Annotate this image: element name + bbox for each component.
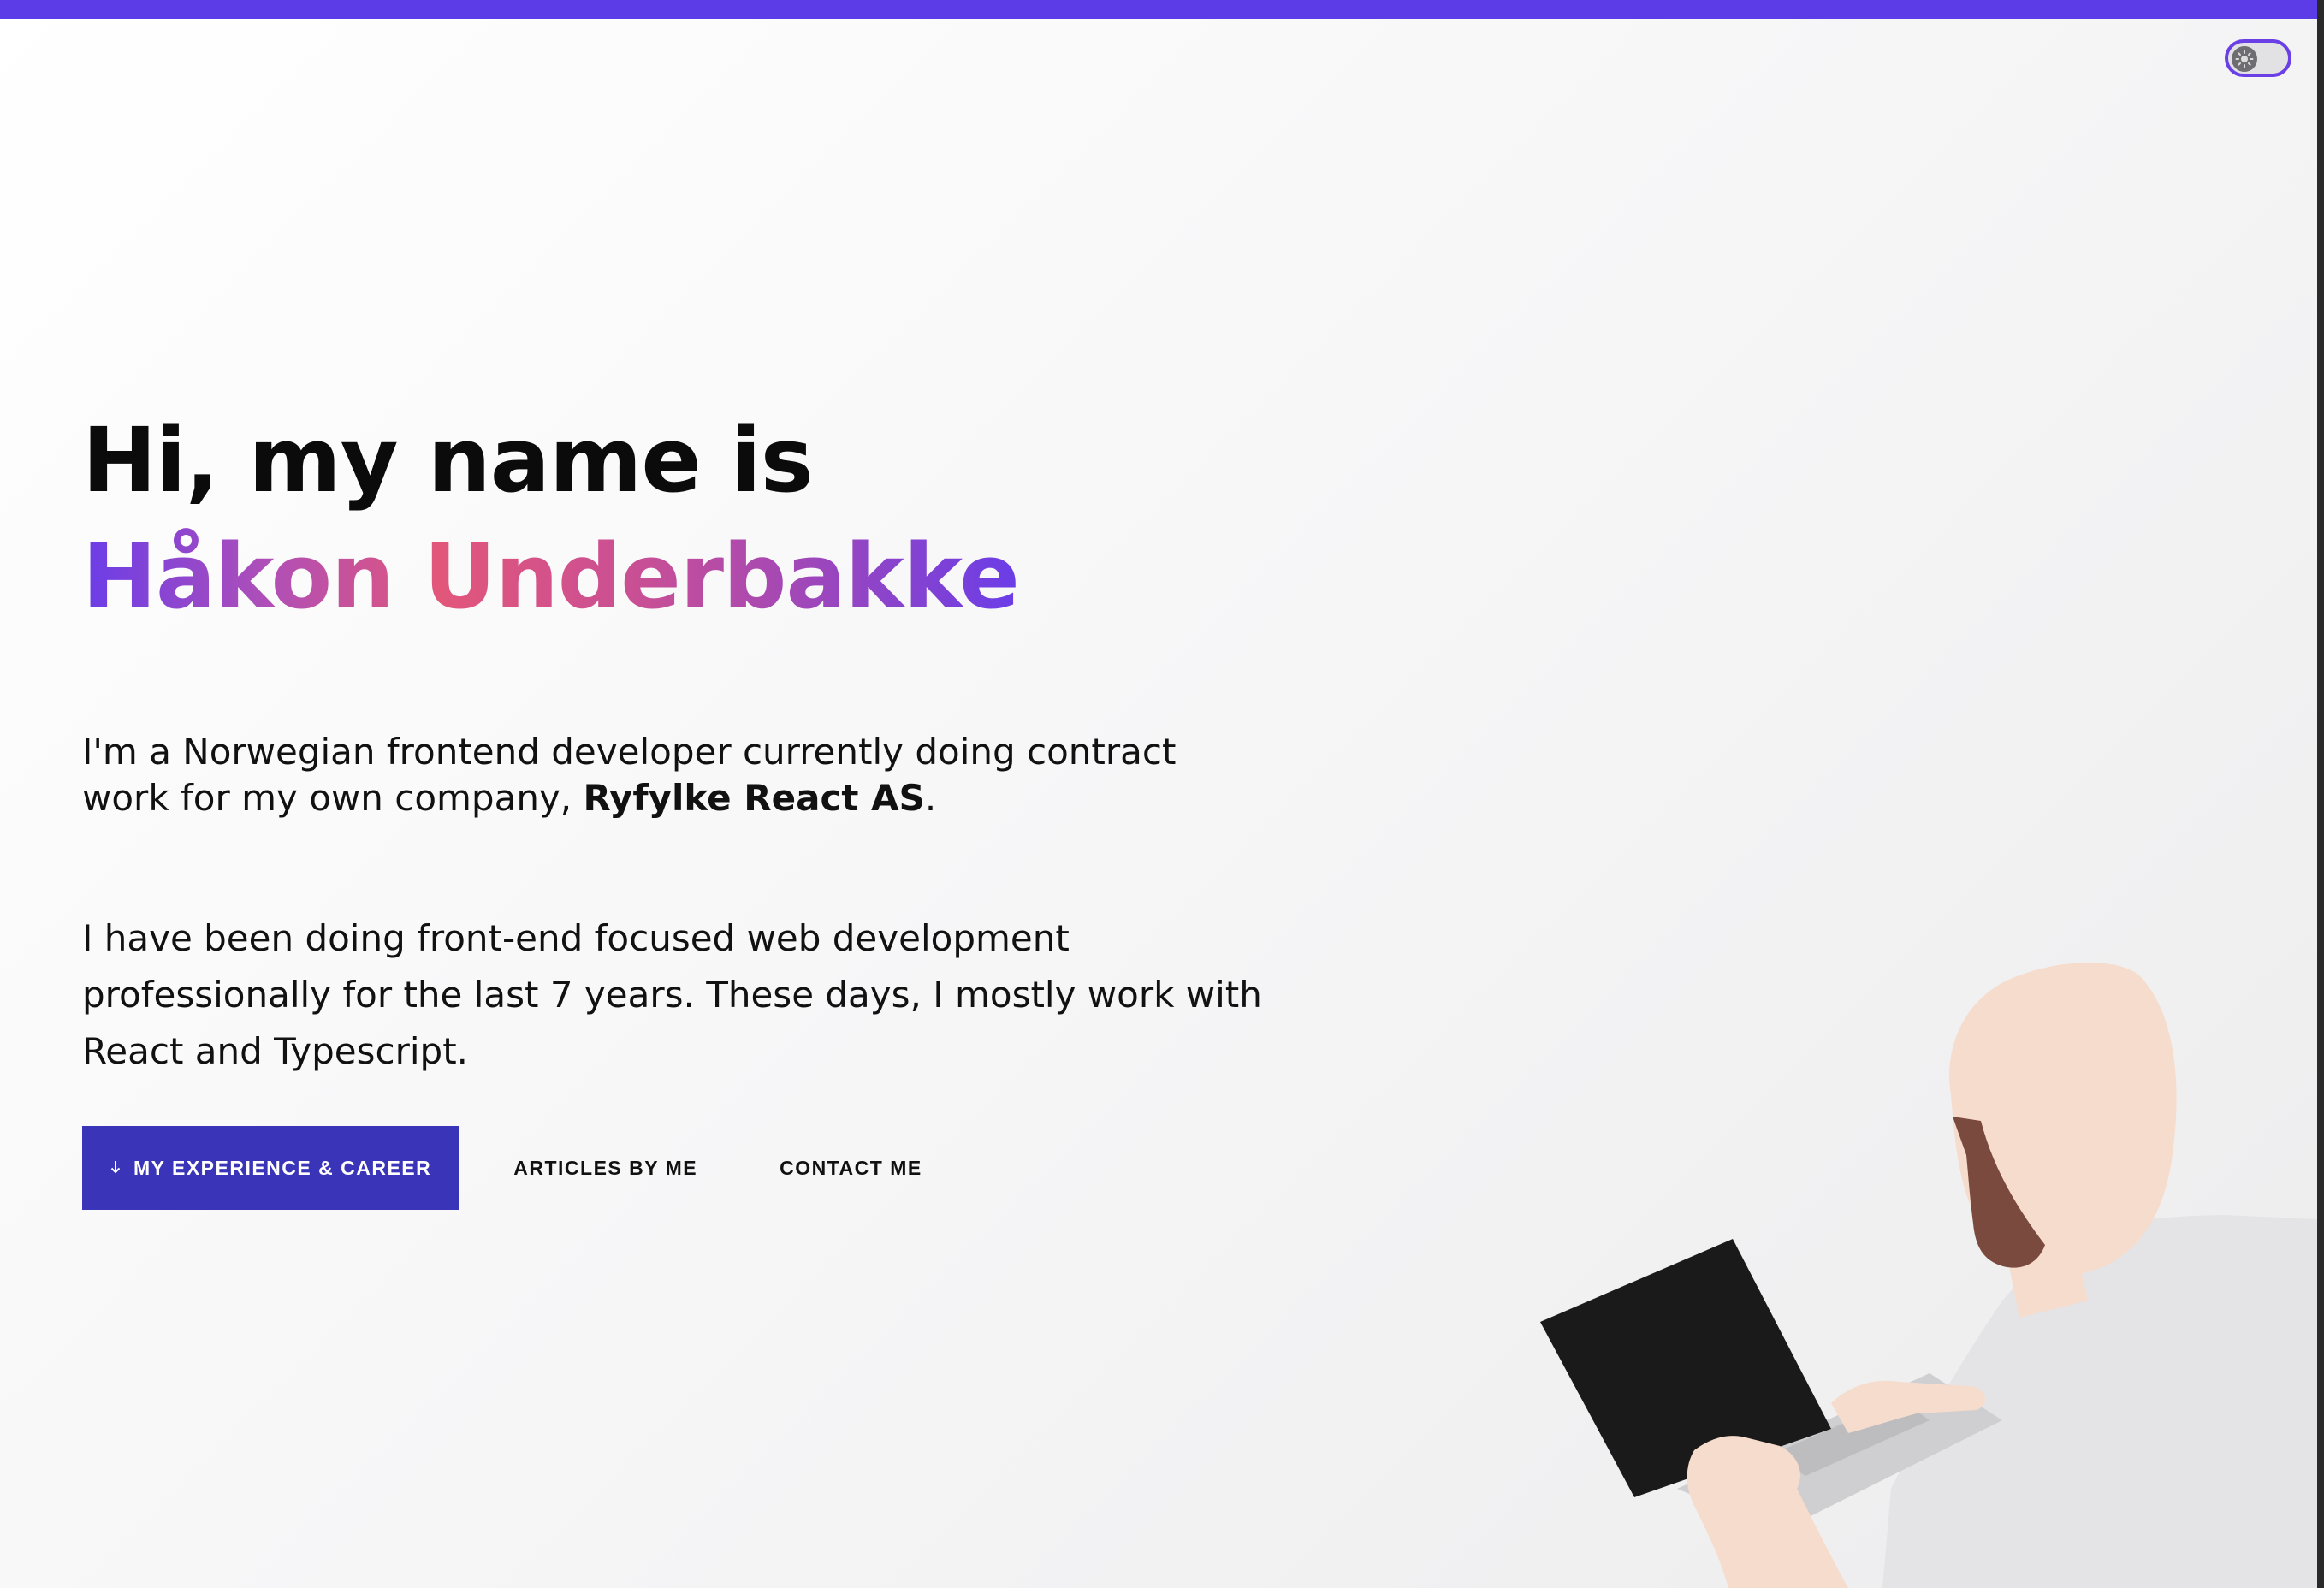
intro-paragraph: I'm a Norwegian frontend developer curre… <box>82 729 1195 821</box>
author-name: Håkon Underbakke <box>82 518 1020 635</box>
intro-suffix: . <box>924 777 937 819</box>
experience-career-button[interactable]: MY EXPERIENCE & CAREER <box>82 1126 459 1210</box>
bio-paragraph: I have been doing front-end focused web … <box>82 917 1262 1072</box>
theme-toggle[interactable] <box>2225 39 2291 77</box>
hero-section: Hi, my name is Håkon Underbakke I'm a No… <box>82 402 1366 1080</box>
greeting-text: Hi, my name is <box>82 408 814 513</box>
articles-button[interactable]: ARTICLES BY ME <box>459 1126 752 1210</box>
experience-career-label: MY EXPERIENCE & CAREER <box>133 1156 432 1179</box>
contact-button[interactable]: CONTACT ME <box>752 1126 977 1210</box>
developer-illustration <box>1540 962 2317 1588</box>
action-buttons: MY EXPERIENCE & CAREER ARTICLES BY ME CO… <box>82 1126 977 1210</box>
page: Hi, my name is Håkon Underbakke I'm a No… <box>0 0 2317 1588</box>
top-accent-bar <box>0 0 2317 19</box>
hero-heading: Hi, my name is Håkon Underbakke <box>82 402 1366 635</box>
sun-icon <box>2232 46 2257 72</box>
company-name: Ryfylke React AS <box>583 777 925 819</box>
arrow-down-icon <box>110 1157 122 1180</box>
